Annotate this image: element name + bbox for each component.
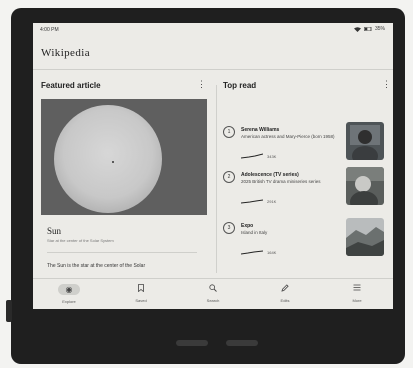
- nav-label: Edits: [280, 298, 290, 303]
- nav-more[interactable]: More: [321, 279, 393, 309]
- top-read-heading: Top read: [223, 81, 257, 90]
- page-forward-button[interactable]: [226, 340, 258, 346]
- page-back-button[interactable]: [176, 340, 208, 346]
- search-icon: [177, 284, 249, 294]
- top-read-item[interactable]: 1 Serena Williams American actress and M…: [223, 122, 385, 172]
- featured-overflow-menu-icon[interactable]: ⋮: [197, 80, 206, 89]
- item-views: 164K: [267, 250, 277, 255]
- item-views: 343K: [267, 154, 277, 159]
- status-bar: 4:00 PM 35%: [33, 23, 393, 37]
- item-title: Expo: [241, 223, 254, 229]
- featured-title[interactable]: Sun: [47, 226, 61, 236]
- explore-icon: ◉: [58, 284, 80, 295]
- nav-saved[interactable]: Saved: [105, 279, 177, 309]
- sun-image: [54, 105, 162, 213]
- rank-badge: 1: [223, 126, 235, 138]
- top-read-overflow-menu-icon[interactable]: ⋮: [382, 80, 391, 89]
- bookmark-icon: [105, 284, 177, 294]
- wifi-icon: [353, 26, 361, 32]
- column-divider: [216, 85, 217, 273]
- nav-edits[interactable]: Edits: [249, 279, 321, 309]
- rank-badge: 3: [223, 222, 235, 234]
- header-divider: [33, 69, 393, 70]
- nav-search[interactable]: Search: [177, 279, 249, 309]
- item-title: Adolescence (TV series): [241, 172, 299, 178]
- nav-label: Saved: [135, 298, 147, 303]
- top-read-item[interactable]: 3 Expo Island in Italy 164K: [223, 218, 385, 268]
- rank-badge: 2: [223, 171, 235, 183]
- item-description: American actress and Mary-Pierce (born 1…: [241, 134, 335, 139]
- menu-icon: [321, 284, 393, 294]
- nav-label: More: [352, 298, 362, 303]
- item-description: 2025 British TV drama miniseries series: [241, 179, 321, 184]
- bottom-nav: ◉ Explore Saved Search Edits More: [33, 278, 393, 309]
- trend-sparkline-icon: [241, 199, 263, 204]
- item-description: Island in Italy: [241, 230, 268, 235]
- nav-explore[interactable]: ◉ Explore: [33, 279, 105, 309]
- wikipedia-logo: Wikipedia: [41, 47, 90, 59]
- screen: 4:00 PM 35% Wikipedia Featured article ⋮…: [33, 23, 393, 309]
- item-views: 291K: [267, 199, 277, 204]
- featured-heading: Featured article: [41, 81, 101, 90]
- featured-excerpt: The Sun is the star at the center of the…: [47, 263, 146, 269]
- pencil-icon: [249, 284, 321, 294]
- featured-subtitle: Star at the center of the Solar System: [47, 238, 114, 243]
- item-thumbnail: [346, 218, 384, 256]
- featured-divider: [47, 252, 197, 253]
- item-thumbnail: [346, 122, 384, 160]
- featured-image[interactable]: [41, 99, 207, 215]
- status-icons: 35%: [353, 26, 385, 32]
- trend-sparkline-icon: [241, 153, 263, 159]
- trend-sparkline-icon: [241, 250, 263, 255]
- nav-label: Search: [206, 298, 220, 303]
- sunspot: [112, 161, 114, 163]
- nav-label: Explore: [62, 299, 76, 304]
- item-thumbnail: [346, 167, 384, 205]
- status-time: 4:00 PM: [40, 27, 59, 33]
- side-button[interactable]: [6, 300, 12, 322]
- item-title: Serena Williams: [241, 127, 280, 133]
- battery-icon: [363, 27, 372, 31]
- top-read-item[interactable]: 2 Adolescence (TV series) 2025 British T…: [223, 167, 385, 217]
- battery-percent: 35%: [374, 26, 385, 32]
